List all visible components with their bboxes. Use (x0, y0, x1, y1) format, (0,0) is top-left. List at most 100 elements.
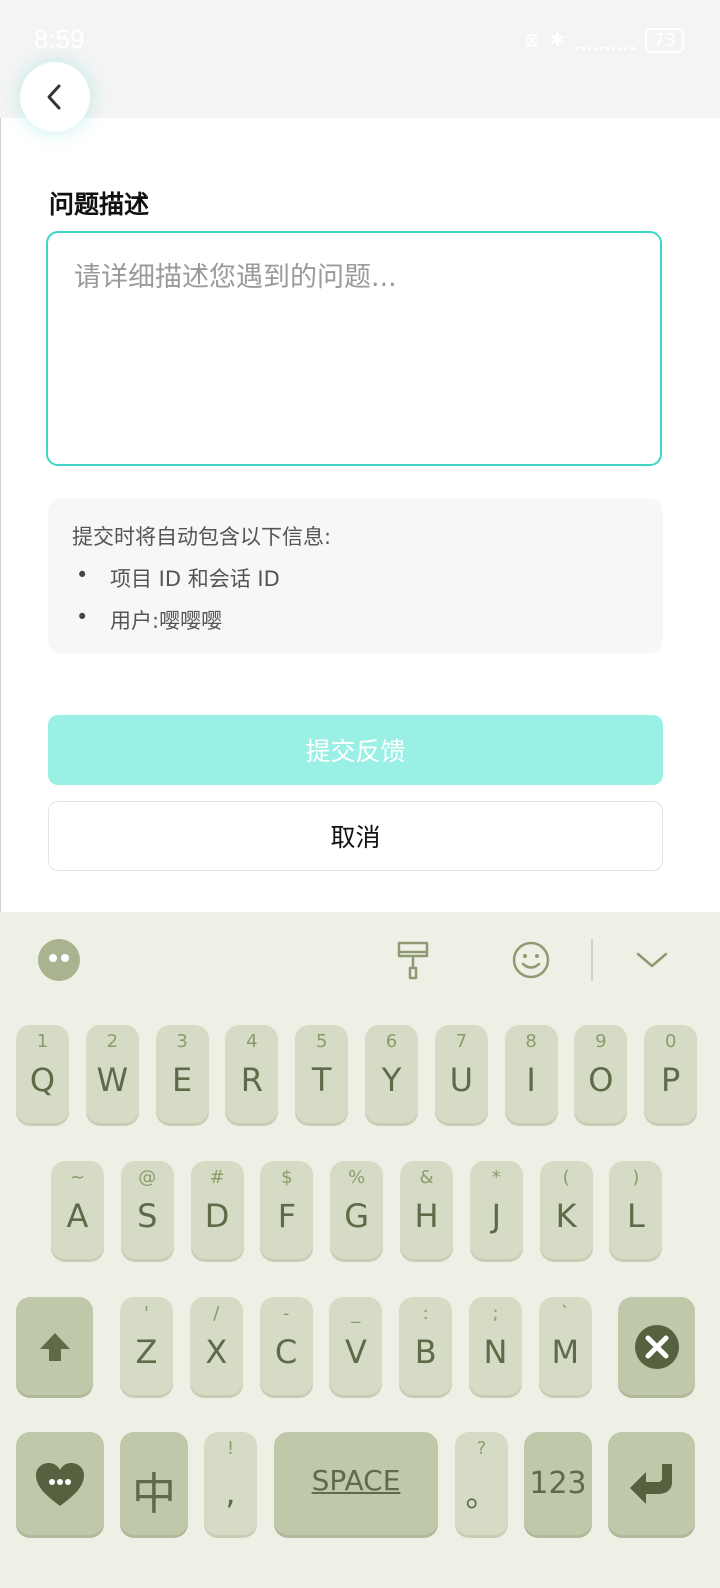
shift-key[interactable] (16, 1297, 93, 1395)
submit-feedback-button[interactable]: 提交反馈 (48, 715, 663, 785)
key-i[interactable]: 8I (504, 1025, 558, 1123)
key-sub-label: * (491, 1167, 501, 1188)
key-label: M (551, 1333, 580, 1371)
key-label: T (311, 1061, 332, 1099)
key-t[interactable]: 5T (295, 1025, 349, 1123)
info-title: 提交时将自动包含以下信息: (72, 525, 332, 549)
backspace-key[interactable] (618, 1297, 695, 1395)
key-label: F (277, 1197, 297, 1235)
key-label: G (344, 1197, 370, 1235)
key-label: N (483, 1333, 508, 1371)
key-label: R (240, 1061, 263, 1099)
key-u[interactable]: 7U (434, 1025, 488, 1123)
panel-edge (0, 118, 1, 913)
description-textarea[interactable]: 请详细描述您遇到的问题... (46, 231, 662, 466)
info-item: 用户:嘤嘤嘤 (76, 605, 639, 635)
battery-indicator: 73 (645, 28, 684, 53)
chinese-input-key[interactable]: 中 (120, 1432, 188, 1535)
key-label: X (205, 1333, 228, 1371)
key-sub-label: 0 (664, 1031, 677, 1052)
back-button[interactable] (20, 62, 90, 132)
description-label: 问题描述 (49, 190, 150, 219)
key-label: Y (381, 1061, 402, 1099)
key-sub-label: @ (138, 1167, 157, 1188)
space-label: SPACE (311, 1464, 401, 1497)
key-label: C (274, 1333, 298, 1371)
numbers-key[interactable]: 123 (524, 1432, 592, 1535)
enter-key[interactable] (608, 1432, 695, 1535)
key-o[interactable]: 9O (574, 1025, 628, 1123)
key-z[interactable]: ' Z (120, 1297, 173, 1395)
key-sub-label: ) (632, 1167, 640, 1188)
key-f[interactable]: $ F (260, 1161, 314, 1259)
key-label: Q (29, 1061, 56, 1099)
key-x[interactable]: / X (189, 1297, 243, 1395)
keyboard-mascot-button[interactable] (36, 912, 82, 1007)
key-label: D (204, 1197, 230, 1235)
key-sub-label: _ (351, 1303, 361, 1324)
key-label: U (449, 1061, 473, 1099)
period-label: 。 (465, 1476, 498, 1514)
key-sub-label: ( (562, 1167, 570, 1188)
key-p[interactable]: 0P (644, 1025, 698, 1123)
nfc-icon: ⊠ (524, 30, 540, 51)
bluetooth-icon: ✱ (550, 30, 566, 51)
paint-brush-icon (397, 941, 429, 979)
emoji-heart-key[interactable] (16, 1432, 104, 1535)
key-sub-label: 1 (36, 1031, 49, 1052)
key-j[interactable]: * J (469, 1161, 523, 1259)
keyboard-collapse-button[interactable] (632, 912, 672, 1007)
key-label: E (171, 1061, 193, 1099)
key-l[interactable]: ) L (609, 1161, 663, 1259)
key-sub-label: ; (492, 1303, 499, 1324)
keyboard-emoji-button[interactable] (510, 912, 552, 1007)
key-q[interactable]: 1Q (16, 1025, 69, 1123)
info-item: 项目 ID 和会话 ID (76, 563, 639, 593)
enter-arrow-icon (630, 1464, 672, 1504)
mascot-icon (38, 938, 80, 981)
status-time: 8:59 (34, 24, 85, 54)
key-sub-label: 2 (106, 1031, 119, 1052)
key-sub-label: ` (560, 1303, 570, 1324)
key-b[interactable]: :B (399, 1297, 453, 1395)
key-k[interactable]: (K (539, 1161, 593, 1259)
key-r[interactable]: 4R (225, 1025, 279, 1123)
comma-sub-label: ! (226, 1438, 235, 1459)
cancel-button[interactable]: 取消 (48, 801, 663, 871)
comma-key[interactable]: ! , (204, 1432, 257, 1535)
auto-info-box: 提交时将自动包含以下信息: 项目 ID 和会话 ID 用户:嘤嘤嘤 (48, 499, 663, 653)
key-m[interactable]: ` M (538, 1297, 592, 1395)
key-label: P (661, 1061, 681, 1099)
signal-icon (575, 31, 636, 50)
key-label: B (414, 1333, 437, 1371)
key-n[interactable]: ; N (469, 1297, 522, 1395)
key-h[interactable]: & H (400, 1161, 453, 1259)
key-c[interactable]: -C (259, 1297, 313, 1395)
key-w[interactable]: 2W (85, 1025, 139, 1123)
delete-icon (635, 1325, 679, 1369)
key-label: Z (135, 1333, 158, 1371)
smiley-icon (512, 941, 550, 978)
period-key[interactable]: ? 。 (455, 1432, 508, 1535)
keyboard-theme-button[interactable] (392, 912, 434, 1007)
space-key[interactable]: SPACE (274, 1432, 438, 1535)
key-sub-label: ' (144, 1303, 149, 1324)
key-v[interactable]: _ V (329, 1297, 383, 1395)
key-a[interactable]: ~ A (51, 1161, 104, 1259)
key-sub-label: % (348, 1167, 366, 1188)
key-y[interactable]: 6Y (365, 1025, 418, 1123)
key-sub-label: & (419, 1167, 434, 1188)
key-g[interactable]: % G (330, 1161, 384, 1259)
period-sub-label: ? (476, 1438, 487, 1459)
key-d[interactable]: # D (190, 1161, 244, 1259)
key-e[interactable]: 3E (155, 1025, 209, 1123)
status-icons: ⊠ ✱ 73 (525, 28, 684, 53)
status-bar: 8:59 ⊠ ✱ 73 (0, 0, 720, 118)
key-sub-label: 8 (525, 1031, 537, 1052)
lang-label: 中 (132, 1469, 176, 1520)
key-sub-label: $ (281, 1167, 293, 1188)
key-s[interactable]: @ S (120, 1161, 174, 1259)
key-label: W (96, 1061, 129, 1099)
key-sub-label: 9 (595, 1031, 607, 1052)
key-sub-label: ~ (69, 1167, 86, 1188)
